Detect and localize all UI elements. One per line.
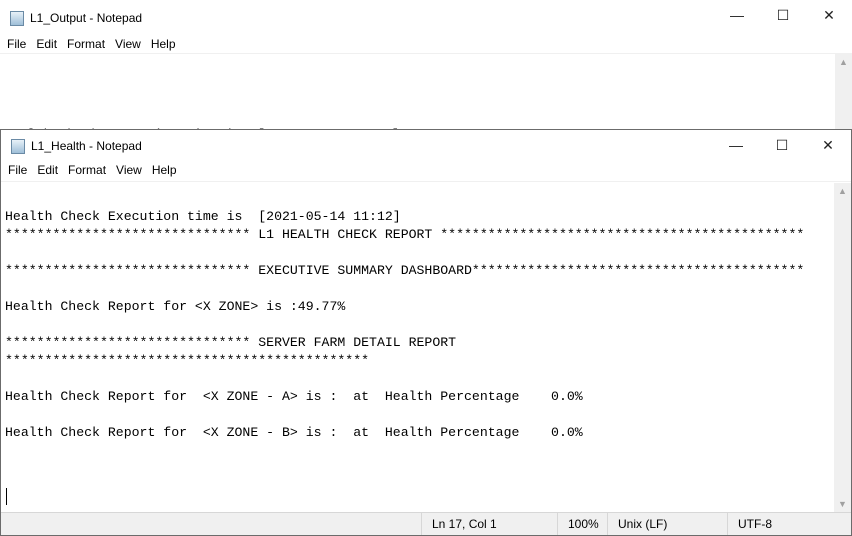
vertical-scrollbar[interactable]: ▲ ▼ xyxy=(834,183,851,513)
text-line: Health Check Report for <X ZONE> is :49.… xyxy=(5,299,346,314)
minimize-button[interactable]: — xyxy=(713,130,759,160)
text-line xyxy=(5,460,834,478)
close-button[interactable]: ✕ xyxy=(805,130,851,160)
menu-format[interactable]: Format xyxy=(62,36,110,53)
menu-view[interactable]: View xyxy=(110,36,146,53)
text-line: ******************************* L1 HEALT… xyxy=(5,227,805,242)
text-line: Health Check Report for <X ZONE - B> is … xyxy=(5,425,583,440)
menu-format[interactable]: Format xyxy=(63,162,111,181)
cursor-position: Ln 17, Col 1 xyxy=(421,513,557,535)
text-area[interactable]: Health Check Execution time is [2021-05-… xyxy=(0,54,835,134)
maximize-button[interactable]: ☐ xyxy=(759,130,805,160)
line-ending: Unix (LF) xyxy=(607,513,727,535)
text-line xyxy=(5,406,834,424)
window-title: L1_Health - Notepad xyxy=(31,139,142,153)
notepad-window-l1-health: L1_Health - Notepad — ☐ ✕ File Edit Form… xyxy=(0,129,852,536)
scroll-up-icon[interactable]: ▲ xyxy=(834,183,851,200)
text-line xyxy=(5,280,834,298)
text-line: Health Check Report for <X ZONE - A> is … xyxy=(5,389,583,404)
menu-file[interactable]: File xyxy=(3,162,32,181)
title-bar[interactable]: L1_Health - Notepad — ☐ ✕ xyxy=(1,130,851,162)
menu-file[interactable]: File xyxy=(2,36,31,53)
text-line xyxy=(5,316,834,334)
text-line xyxy=(5,244,834,262)
menu-edit[interactable]: Edit xyxy=(31,36,62,53)
status-bar: Ln 17, Col 1 100% Unix (LF) UTF-8 xyxy=(1,512,851,535)
menu-view[interactable]: View xyxy=(111,162,147,181)
text-line xyxy=(5,478,834,496)
notepad-window-l1-output: L1_Output - Notepad — ☐ ✕ File Edit Form… xyxy=(0,0,852,140)
window-title: L1_Output - Notepad xyxy=(30,11,143,25)
text-line xyxy=(5,442,834,460)
text-cursor xyxy=(6,488,7,505)
text-line: ****************************************… xyxy=(5,353,370,368)
notepad-icon xyxy=(10,10,24,26)
text-line: ******************************* EXECUTIV… xyxy=(5,263,805,278)
notepad-icon xyxy=(11,138,25,154)
menu-bar: File Edit Format View Help xyxy=(1,162,851,182)
text-area[interactable]: Health Check Execution time is [2021-05-… xyxy=(1,183,834,513)
menu-help[interactable]: Help xyxy=(146,36,181,53)
zoom-level: 100% xyxy=(557,513,607,535)
text-line xyxy=(5,190,834,208)
menu-bar: File Edit Format View Help xyxy=(0,36,852,54)
menu-edit[interactable]: Edit xyxy=(32,162,63,181)
menu-help[interactable]: Help xyxy=(147,162,182,181)
vertical-scrollbar[interactable]: ▲ xyxy=(835,54,852,134)
text-line: ******************************* SERVER F… xyxy=(5,335,457,350)
text-line xyxy=(5,370,834,388)
minimize-button[interactable]: — xyxy=(714,0,760,30)
scroll-up-icon[interactable]: ▲ xyxy=(835,54,852,71)
scroll-down-icon[interactable]: ▼ xyxy=(834,496,851,513)
maximize-button[interactable]: ☐ xyxy=(760,0,806,30)
encoding: UTF-8 xyxy=(727,513,851,535)
title-bar[interactable]: L1_Output - Notepad — ☐ ✕ xyxy=(0,0,852,36)
text-line: Health Check Execution time is [2021-05-… xyxy=(5,209,401,224)
close-button[interactable]: ✕ xyxy=(806,0,852,30)
